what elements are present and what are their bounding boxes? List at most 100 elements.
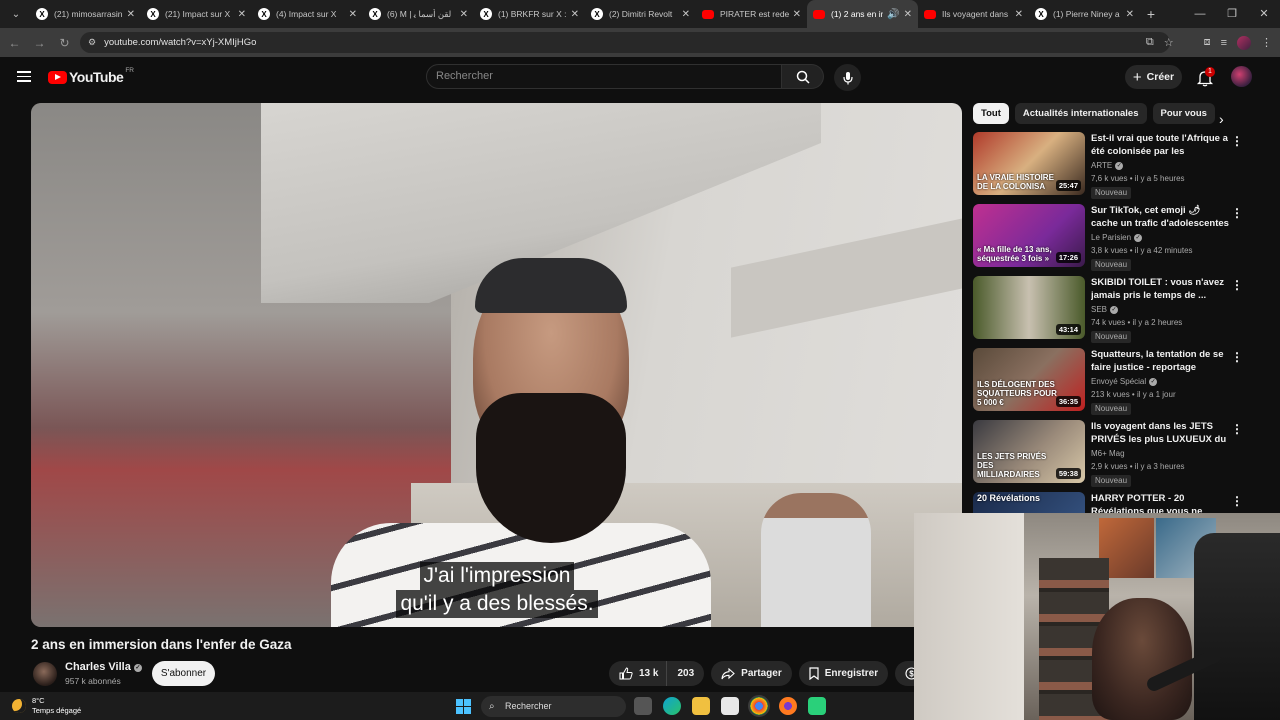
browser-tab[interactable]: X (21) mimosarrasin ✕ xyxy=(30,0,141,28)
tab-search-icon[interactable]: ⌄ xyxy=(4,4,28,24)
video-thumbnail[interactable]: LES JETS PRIVÉS DES MILLIARDAIRES 59:38 xyxy=(973,420,1085,483)
browser-tab[interactable]: X (21) Impact sur X ✕ xyxy=(141,0,252,28)
forward-icon[interactable]: → xyxy=(27,36,52,50)
site-info-icon[interactable]: ⚙ xyxy=(88,37,96,48)
url-field[interactable]: ⚙ youtube.com/watch?v=xYj-XMIjHGo xyxy=(80,32,1170,53)
reload-icon[interactable]: ↻ xyxy=(52,36,77,50)
browser-tab[interactable]: Ils voyagent dans ✕ xyxy=(918,0,1029,28)
close-icon[interactable]: ✕ xyxy=(238,9,246,20)
video-player[interactable] xyxy=(31,103,962,627)
recommended-video[interactable]: 20 Révélations HARRY POTTER - 20 Révélat… xyxy=(973,492,1243,513)
more-options-icon[interactable]: ⋮ xyxy=(1231,278,1243,292)
maximize-icon[interactable]: ❐ xyxy=(1216,0,1248,28)
new-tab-button[interactable]: + xyxy=(1140,6,1162,22)
tab-label: (6) M | ﻟﻘﻦ ﺃﺳﻤﺎ ﻳ xyxy=(387,8,452,19)
like-button[interactable]: 13 k xyxy=(609,661,667,686)
voice-search-button[interactable] xyxy=(834,64,861,91)
more-options-icon[interactable]: ⋮ xyxy=(1231,422,1243,436)
search-button[interactable] xyxy=(782,64,824,89)
recommended-channel[interactable]: M6+ Mag xyxy=(1091,449,1125,458)
chip-international-news[interactable]: Actualités internationales xyxy=(1014,103,1147,124)
video-thumbnail[interactable]: 43:14 xyxy=(973,276,1085,339)
close-icon[interactable]: ✕ xyxy=(1015,9,1023,20)
channel-avatar[interactable] xyxy=(33,662,57,686)
store-icon[interactable] xyxy=(721,697,739,715)
close-icon[interactable]: ✕ xyxy=(682,9,690,20)
video-duration: 59:38 xyxy=(1055,468,1081,479)
recommended-channel[interactable]: ARTE xyxy=(1091,161,1112,170)
browser-tab[interactable]: X (4) Impact sur X ✕ xyxy=(252,0,363,28)
video-thumbnail[interactable]: « Ma fille de 13 ans, séquestrée 3 fois … xyxy=(973,204,1085,267)
task-view-icon[interactable] xyxy=(634,697,652,715)
browser-tab[interactable]: PIRATER est rede ✕ xyxy=(696,0,807,28)
close-icon[interactable]: ✕ xyxy=(571,9,579,20)
browser-tab[interactable]: X (1) BRKFR sur X : ✕ xyxy=(474,0,585,28)
extensions-icon[interactable]: ⧈ xyxy=(1204,36,1211,49)
youtube-logo[interactable]: YouTube FR xyxy=(48,67,134,85)
windows-start-icon[interactable] xyxy=(456,699,471,714)
chip-all[interactable]: Tout xyxy=(973,103,1009,124)
recommended-video[interactable]: LES JETS PRIVÉS DES MILLIARDAIRES 59:38 … xyxy=(973,420,1243,487)
more-options-icon[interactable]: ⋮ xyxy=(1231,134,1243,148)
more-options-icon[interactable]: ⋮ xyxy=(1231,206,1243,220)
more-options-icon[interactable]: ⋮ xyxy=(1231,494,1243,508)
close-icon[interactable]: ✕ xyxy=(349,9,357,20)
edge-icon[interactable] xyxy=(663,697,681,715)
recommended-title[interactable]: Ils voyagent dans les JETS PRIVÉS les pl… xyxy=(1091,420,1229,446)
firefox-icon[interactable] xyxy=(779,697,797,715)
search-input[interactable]: Rechercher xyxy=(426,64,782,89)
account-avatar[interactable] xyxy=(1231,66,1252,87)
recommended-video[interactable]: ILS DÉLOGENT DES SQUATTEURS POUR 5 000 €… xyxy=(973,348,1243,415)
recommended-channel[interactable]: Le Parisien xyxy=(1091,233,1131,242)
close-icon[interactable]: ✕ xyxy=(904,9,912,20)
menu-icon[interactable] xyxy=(17,71,31,82)
close-window-icon[interactable]: ✕ xyxy=(1248,0,1280,28)
channel-name[interactable]: Charles Villa xyxy=(65,661,131,673)
chip-for-you[interactable]: Pour vous xyxy=(1152,103,1215,124)
tab-label: Ils voyagent dans xyxy=(942,9,1009,19)
media-control-icon[interactable]: ≡ xyxy=(1221,37,1227,49)
create-button[interactable]: + Créer xyxy=(1125,65,1182,89)
file-explorer-icon[interactable] xyxy=(692,697,710,715)
bookmark-star-icon[interactable]: ☆ xyxy=(1164,36,1174,49)
browser-tab-active[interactable]: (1) 2 ans en im 🔊 ✕ xyxy=(807,0,918,28)
share-button[interactable]: Partager xyxy=(711,661,792,686)
recommended-video[interactable]: « Ma fille de 13 ans, séquestrée 3 fois … xyxy=(973,204,1243,271)
browser-tab[interactable]: X (2) Dimitri Revolt ✕ xyxy=(585,0,696,28)
browser-menu-icon[interactable]: ⋮ xyxy=(1261,36,1272,49)
dislike-button[interactable]: 203 xyxy=(666,661,705,686)
video-thumbnail[interactable]: 20 Révélations xyxy=(973,492,1085,513)
recommended-title[interactable]: Squatteurs, la tentation de se faire jus… xyxy=(1091,348,1229,374)
browser-tab[interactable]: X (6) M | ﻟﻘﻦ ﺃﺳﻤﺎ ﻳ ✕ xyxy=(363,0,474,28)
close-icon[interactable]: ✕ xyxy=(127,9,135,20)
close-icon[interactable]: ✕ xyxy=(1126,9,1134,20)
chevron-right-icon[interactable]: › xyxy=(1219,111,1224,127)
app-icon[interactable] xyxy=(808,697,826,715)
recommended-title[interactable]: SKIBIDI TOILET : vous n'avez jamais pris… xyxy=(1091,276,1229,302)
recommended-title[interactable]: Est-il vrai que toute l'Afrique a été co… xyxy=(1091,132,1229,158)
recommended-channel[interactable]: SEB xyxy=(1091,305,1107,314)
recommended-title[interactable]: Sur TikTok, cet emoji 🌶 cache un trafic … xyxy=(1091,204,1229,230)
subscribe-button[interactable]: S'abonner xyxy=(152,661,215,686)
tab-label: (1) 2 ans en im xyxy=(831,9,884,19)
speaker-icon[interactable]: 🔊 xyxy=(887,9,899,20)
taskbar-search[interactable]: ⌕ Rechercher xyxy=(481,696,626,717)
recommended-title[interactable]: HARRY POTTER - 20 Révélations que vous n… xyxy=(1091,492,1229,513)
close-icon[interactable]: ✕ xyxy=(460,9,468,20)
recommended-video[interactable]: 43:14 SKIBIDI TOILET : vous n'avez jamai… xyxy=(973,276,1243,343)
install-icon[interactable]: ⧉ xyxy=(1146,36,1154,49)
channel-name-row[interactable]: Charles Villa ✓ xyxy=(65,661,142,673)
profile-avatar[interactable] xyxy=(1237,35,1251,50)
recommended-channel[interactable]: Envoyé Spécial xyxy=(1091,377,1146,386)
weather-widget[interactable]: 8°C Temps dégagé xyxy=(12,696,81,716)
video-thumbnail[interactable]: ILS DÉLOGENT DES SQUATTEURS POUR 5 000 €… xyxy=(973,348,1085,411)
browser-tab[interactable]: X (1) Pierre Niney a ✕ xyxy=(1029,0,1140,28)
chrome-icon[interactable] xyxy=(748,695,770,717)
minimize-icon[interactable]: — xyxy=(1184,0,1216,28)
back-icon[interactable]: ← xyxy=(2,36,27,50)
more-options-icon[interactable]: ⋮ xyxy=(1231,350,1243,364)
save-button[interactable]: Enregistrer xyxy=(798,661,889,686)
video-thumbnail[interactable]: LA VRAIE HISTOIRE DE LA COLONISA 25:47 xyxy=(973,132,1085,195)
recommended-video[interactable]: LA VRAIE HISTOIRE DE LA COLONISA 25:47 E… xyxy=(973,132,1243,199)
close-icon[interactable]: ✕ xyxy=(793,9,801,20)
